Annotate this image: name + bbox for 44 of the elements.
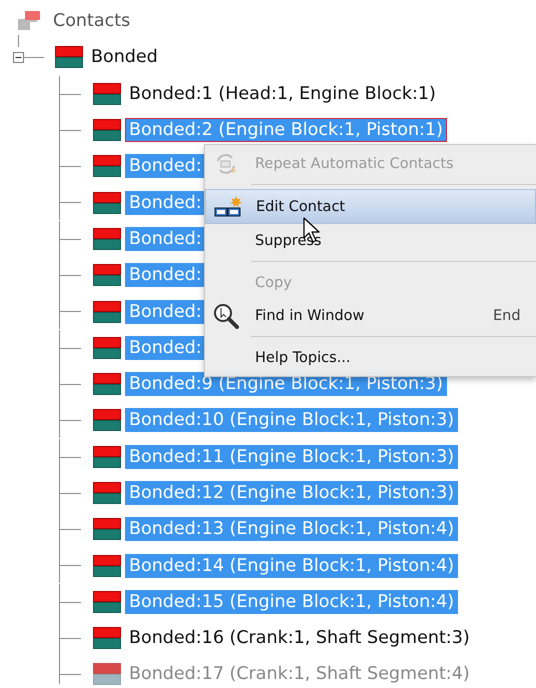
contact-icon [93, 627, 121, 650]
tree-item[interactable]: Bonded:10 (Engine Block:1, Piston:3) [125, 408, 458, 432]
tree-item[interactable]: Bonded:11 (Engine Block:1, Piston:3) [125, 444, 458, 469]
tree-item[interactable]: Bonded: [125, 336, 206, 360]
tree-item[interactable]: Bonded:2 (Engine Block:1, Piston:1) [125, 118, 447, 142]
contact-icon [93, 82, 121, 105]
contact-icon [93, 446, 121, 468]
contact-icon [93, 663, 121, 686]
menu-item[interactable]: Help Topics... [205, 341, 536, 374]
contact-icon [93, 155, 121, 178]
tree-item[interactable]: Bonded:13 (Engine Block:1, Piston:4) [125, 517, 458, 542]
tree-item[interactable]: Bonded:15 (Engine Block:1, Piston:4) [125, 590, 458, 614]
contact-icon [93, 336, 121, 359]
contact-icon [93, 119, 121, 142]
tree-item[interactable]: Bonded: [125, 190, 206, 215]
tree-item[interactable]: Bonded: [125, 226, 206, 251]
tree-item[interactable]: Bonded:17 (Crank:1, Shaft Segment:4) [125, 662, 474, 686]
contact-icon [93, 192, 121, 214]
contact-icon [55, 46, 83, 68]
contacts-icon [18, 11, 40, 32]
tree-item[interactable]: Bonded:14 (Engine Block:1, Piston:4) [125, 554, 458, 578]
contact-icon [93, 409, 121, 432]
tree-item[interactable]: Bonded [87, 45, 162, 70]
contact-icon [93, 518, 121, 540]
contact-icon [93, 590, 121, 613]
menu-item[interactable]: Edit Contact [205, 189, 536, 224]
contact-icon [93, 300, 121, 323]
tree-item[interactable]: Bonded: [125, 263, 206, 288]
menu-item[interactable]: Suppress [205, 224, 536, 257]
contact-icon [93, 264, 121, 286]
contact-icon [93, 373, 121, 396]
tree-item[interactable]: Contacts [49, 9, 134, 34]
tree-item[interactable]: Bonded: [125, 154, 206, 178]
collapse-icon[interactable] [13, 52, 24, 63]
tree-item[interactable]: Bonded:1 (Head:1, Engine Block:1) [125, 82, 440, 106]
menu-item[interactable]: Find in Window End [205, 299, 536, 332]
tree-item[interactable]: Bonded:16 (Crank:1, Shaft Segment:3) [125, 626, 474, 650]
contact-icon [93, 554, 121, 577]
contact-icon [93, 482, 121, 504]
tree-item[interactable]: Bonded:12 (Engine Block:1, Piston:3) [125, 481, 458, 505]
magnifier-icon [213, 302, 239, 328]
tree-item[interactable]: Bonded: [125, 300, 206, 324]
edit-contact-icon [214, 194, 244, 218]
contact-icon [93, 228, 121, 250]
